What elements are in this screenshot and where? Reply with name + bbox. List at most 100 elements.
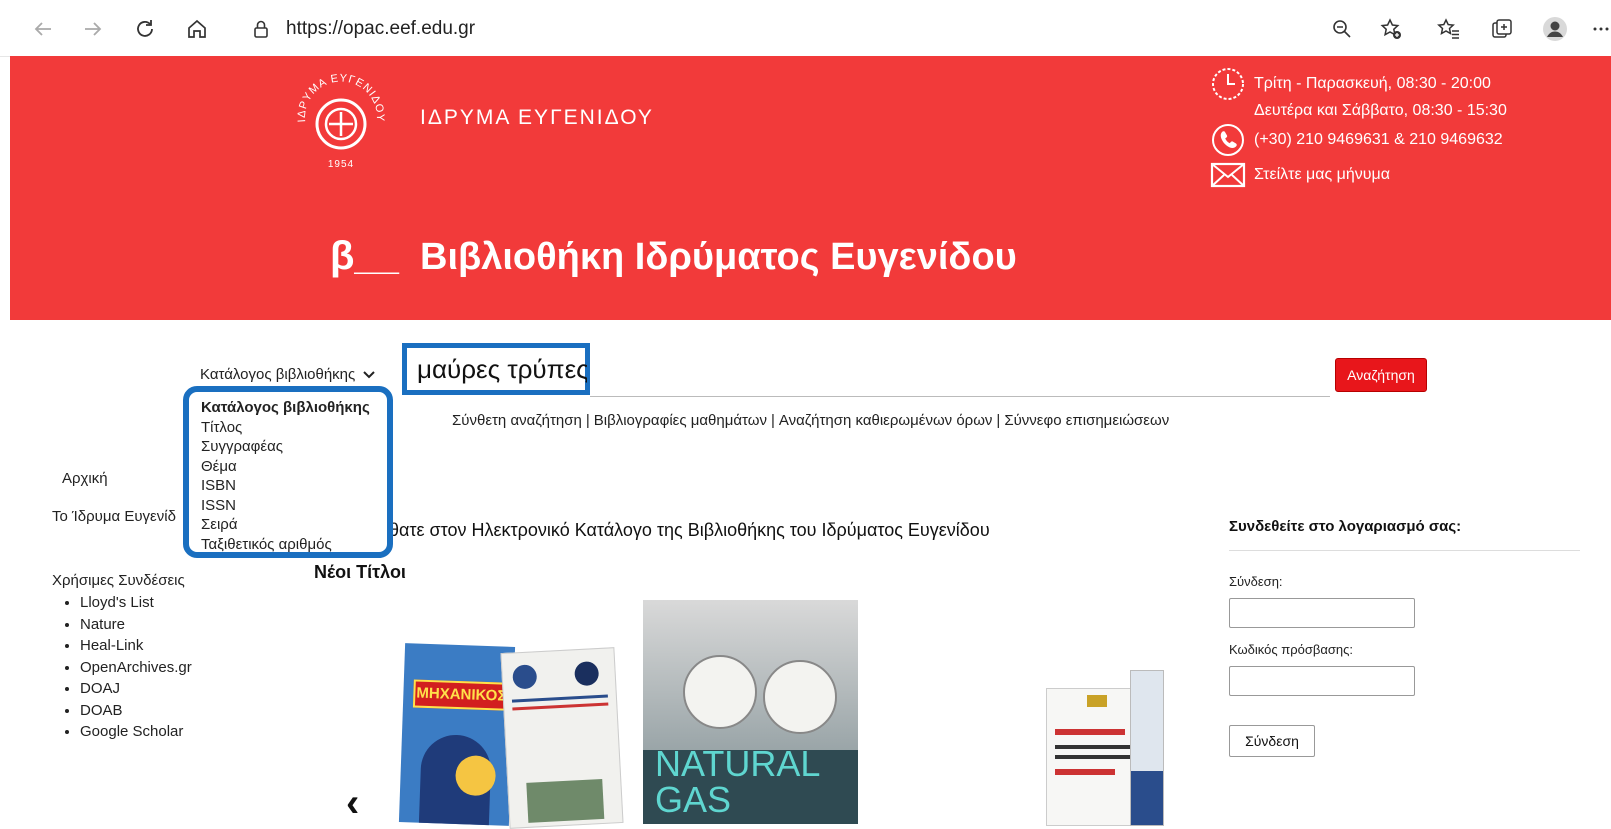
- course-reserves-link[interactable]: Βιβλιογραφίες μαθημάτων: [594, 412, 767, 429]
- zoom-out-icon: [1333, 20, 1351, 38]
- useful-link-doaj[interactable]: DOAJ: [80, 678, 192, 700]
- login-title: Συνδεθείτε στο λογαριασμό σας:: [1229, 518, 1462, 535]
- username-label: Σύνδεση:: [1229, 574, 1283, 589]
- search-input[interactable]: [415, 352, 589, 386]
- carousel-prev-button[interactable]: ‹: [346, 783, 359, 823]
- foundation-name: ΙΔΡΥΜΑ ΕΥΓΕΝΙΔΟΥ: [420, 106, 654, 129]
- book-cover-4-line-2: [1055, 755, 1135, 759]
- password-label: Κωδικός πρόσβασης:: [1229, 642, 1353, 657]
- book-cover-3[interactable]: NATURAL GAS: [643, 600, 858, 824]
- phone-contact: (+30) 210 9469631 & 210 9469632: [1210, 122, 1503, 158]
- site-info-button[interactable]: [246, 14, 276, 44]
- useful-link-doab[interactable]: DOAB: [80, 700, 192, 722]
- sidebar-item-home[interactable]: Αρχική: [62, 470, 108, 487]
- book-cover-4-bar: [1055, 729, 1125, 735]
- search-box-highlight: [402, 343, 590, 395]
- book-cover-2[interactable]: [500, 647, 624, 829]
- scope-option-series[interactable]: Σειρά: [201, 515, 387, 535]
- address-bar-url[interactable]: https://opac.eef.edu.gr: [286, 18, 475, 40]
- useful-link-openarchives[interactable]: OpenArchives.gr: [80, 657, 192, 679]
- book-cover-2-photo: [526, 778, 605, 823]
- book-cover-1[interactable]: ΜΗΧΑΝΙΚΟΣ: [398, 643, 516, 826]
- search-links-bar: Σύνθετη αναζήτηση | Βιβλιογραφίες μαθημάτω…: [452, 412, 1169, 429]
- add-favorite-button[interactable]: [1376, 14, 1406, 44]
- reload-button[interactable]: [130, 14, 160, 44]
- library-beta-logo: β__: [330, 234, 399, 278]
- separator: |: [996, 412, 1001, 429]
- clock-icon: [1212, 68, 1244, 100]
- book-cover-3-title-2: GAS: [655, 779, 732, 820]
- scope-option-title[interactable]: Τίτλος: [201, 418, 387, 438]
- useful-links-list: Lloyd's List Nature Heal-Link OpenArchiv…: [62, 592, 192, 743]
- collections-button[interactable]: [1487, 14, 1517, 44]
- search-button[interactable]: Αναζήτηση: [1335, 358, 1427, 392]
- opening-hours: Τρίτη - Παρασκευή, 08:30 - 20:00: [1210, 66, 1491, 102]
- book-cover-4-logo: [1087, 695, 1107, 707]
- hours-weekday-text: Τρίτη - Παρασκευή, 08:30 - 20:00: [1254, 75, 1491, 92]
- scope-option-isbn[interactable]: ISBN: [201, 476, 387, 496]
- book-cover-2-emblem-2: [574, 661, 600, 687]
- opening-hours-weekend: Δευτέρα και Σάββατο, 08:30 - 15:30: [1254, 102, 1507, 120]
- library-title[interactable]: Βιβλιοθήκη Ιδρύματος Ευγενίδου: [420, 236, 1017, 279]
- back-button[interactable]: [28, 14, 58, 44]
- search-scope-select[interactable]: Κατάλογος βιβλιοθήκης: [200, 366, 375, 383]
- advanced-search-link[interactable]: Σύνθετη αναζήτηση: [452, 412, 582, 429]
- message-contact[interactable]: Στείλτε μας μήνυμα: [1210, 162, 1390, 188]
- book-cover-3-title-1: NATURAL: [655, 743, 821, 784]
- login-divider: [1229, 550, 1580, 551]
- login-button[interactable]: Σύνδεση: [1229, 725, 1315, 757]
- useful-link-heal-link[interactable]: Heal-Link: [80, 635, 192, 657]
- foundation-seal-logo[interactable]: ΙΔΡΥΜΑ ΕΥΓΕΝΙΔΟΥ 1954: [288, 68, 394, 174]
- book-cover-1-title: ΜΗΧΑΝΙΚΟΣ: [412, 679, 510, 711]
- scope-option-issn[interactable]: ISSN: [201, 496, 387, 516]
- zoom-button[interactable]: [1327, 14, 1357, 44]
- reload-icon: [137, 20, 153, 37]
- book-cover-4-bar-2: [1055, 769, 1115, 775]
- phone-text: (+30) 210 9469631 & 210 9469632: [1254, 131, 1503, 148]
- book-cover-2-rule: [511, 694, 608, 703]
- separator: |: [770, 412, 775, 429]
- tag-cloud-link[interactable]: Σύννεφο επισημειώσεων: [1004, 412, 1169, 429]
- more-icon: [1593, 27, 1608, 31]
- separator: |: [585, 412, 590, 429]
- scope-option-subject[interactable]: Θέμα: [201, 457, 387, 477]
- message-link[interactable]: Στείλτε μας μήνυμα: [1254, 166, 1390, 184]
- book-cover-2-rule-2: [512, 702, 609, 711]
- lock-icon: [254, 20, 268, 38]
- profile-button[interactable]: [1540, 14, 1570, 44]
- more-menu-button[interactable]: [1590, 14, 1611, 44]
- site-header: ΙΔΡΥΜΑ ΕΥΓΕΝΙΔΟΥ 1954 ΙΔΡΥΜΑ ΕΥΓΕΝΙΔΟΥ Τ…: [10, 56, 1611, 320]
- search-scope-value: Κατάλογος βιβλιοθήκης: [200, 366, 356, 383]
- hours-weekend-text: Δευτέρα και Σάββατο, 08:30 - 15:30: [1254, 102, 1507, 119]
- forward-button[interactable]: [78, 14, 108, 44]
- collections-icon: [1492, 19, 1512, 38]
- arrow-right-icon: [85, 22, 102, 36]
- svg-text:1954: 1954: [328, 159, 354, 170]
- useful-link-lloyds[interactable]: Lloyd's List: [80, 592, 192, 614]
- star-add-icon: [1380, 18, 1401, 39]
- username-field[interactable]: [1229, 598, 1415, 628]
- sidebar-item-foundation[interactable]: Το Ίδρυμα Ευγενίδ: [52, 508, 176, 525]
- envelope-icon: [1210, 162, 1246, 188]
- scope-option-author[interactable]: Συγγραφέας: [201, 437, 387, 457]
- scope-option-catalog[interactable]: Κατάλογος βιβλιοθήκης: [201, 398, 387, 418]
- password-field[interactable]: [1229, 666, 1415, 696]
- home-button[interactable]: [182, 14, 212, 44]
- favorites-icon: [1437, 18, 1459, 39]
- arrow-left-icon: [34, 22, 51, 36]
- home-icon: [188, 19, 206, 38]
- favorites-button[interactable]: [1434, 14, 1464, 44]
- avatar-icon: [1543, 17, 1567, 41]
- phone-icon: [1212, 124, 1244, 156]
- browser-toolbar: https://opac.eef.edu.gr: [0, 0, 1611, 57]
- useful-links-title: Χρήσιμες Συνδέσεις: [52, 572, 185, 589]
- authority-search-link[interactable]: Αναζήτηση καθιερωμένων όρων: [779, 412, 993, 429]
- scope-option-call-number[interactable]: Ταξιθετικός αριθμός: [201, 535, 387, 555]
- book-cover-5[interactable]: [1130, 670, 1164, 826]
- chevron-down-icon: [363, 370, 375, 378]
- book-cover-2-emblem: [512, 664, 538, 690]
- book-cover-5-band: [1131, 771, 1163, 825]
- useful-link-google-scholar[interactable]: Google Scholar: [80, 721, 192, 743]
- useful-link-nature[interactable]: Nature: [80, 614, 192, 636]
- search-input-underline: [590, 396, 1330, 397]
